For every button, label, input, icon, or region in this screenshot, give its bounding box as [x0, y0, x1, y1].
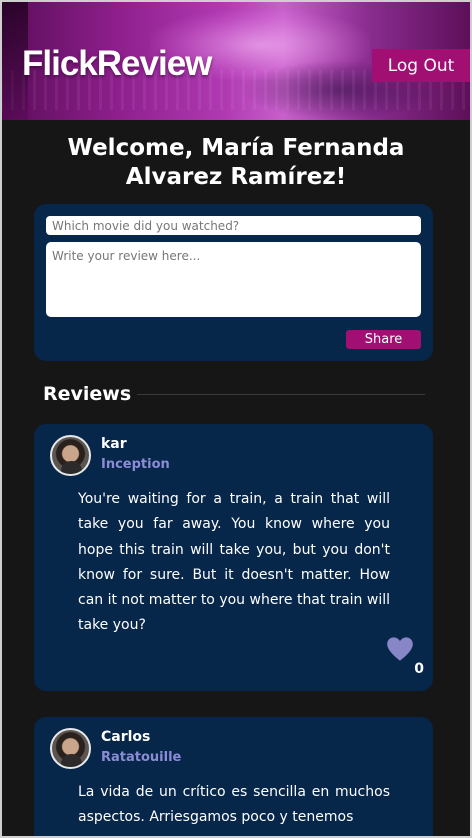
header-banner: FlickReview Log Out — [0, 0, 472, 120]
avatar — [50, 435, 91, 476]
avatar — [50, 728, 91, 769]
reviews-heading: Reviews — [43, 383, 132, 405]
share-button[interactable]: Share — [346, 330, 421, 349]
heart-icon[interactable] — [386, 636, 414, 662]
review-textarea[interactable]: Write your review here... — [46, 242, 421, 317]
review-username[interactable]: kar — [101, 436, 127, 452]
movie-title-input[interactable]: Which movie did you watched? — [46, 216, 421, 235]
like-count: 0 — [414, 661, 424, 677]
welcome-heading: Welcome, María Fernanda Alvarez Ramírez! — [67, 135, 405, 190]
review-card: kar Inception You're waiting for a train… — [34, 424, 433, 691]
app-logo[interactable]: FlickReview — [22, 44, 212, 84]
compose-review-card: Which movie did you watched? Write your … — [34, 204, 433, 361]
review-movie-title[interactable]: Inception — [101, 457, 170, 472]
review-body: La vida de un crítico es sencilla en muc… — [78, 784, 390, 826]
viewport-border — [0, 0, 472, 838]
review-card: Carlos Ratatouille La vida de un crítico… — [34, 717, 433, 838]
logout-button[interactable]: Log Out — [372, 49, 470, 82]
review-username[interactable]: Carlos — [101, 729, 150, 745]
review-body: You're waiting for a train, a train that… — [78, 491, 390, 634]
reviews-divider — [137, 394, 425, 395]
review-movie-title[interactable]: Ratatouille — [101, 750, 181, 765]
